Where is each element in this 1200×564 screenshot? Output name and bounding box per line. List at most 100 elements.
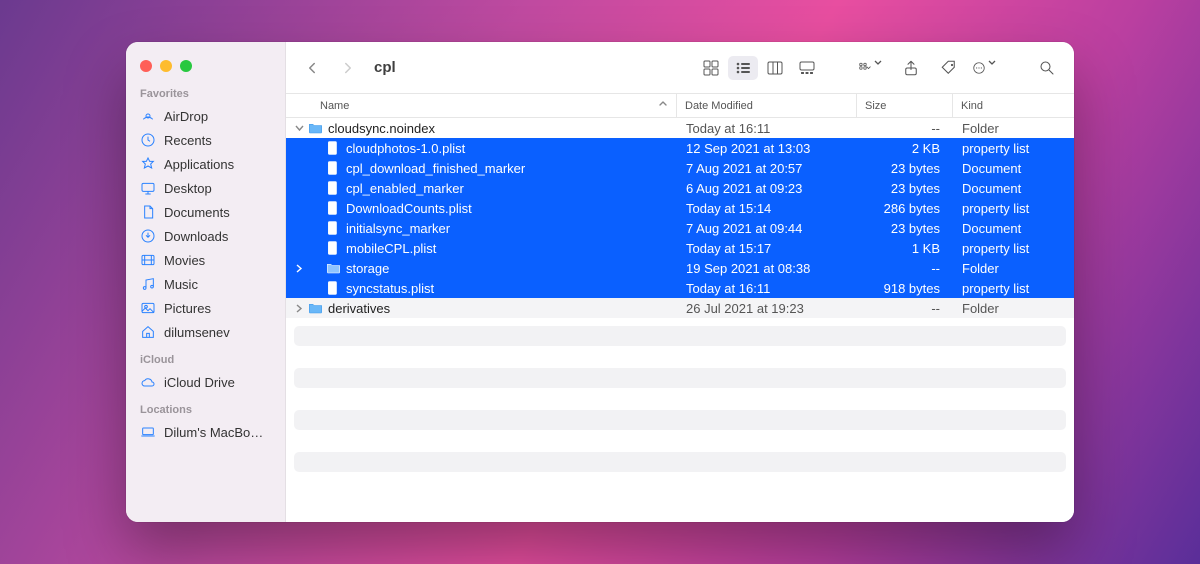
sidebar-item-movies[interactable]: Movies	[126, 248, 285, 272]
sidebar-item-label: Dilum's MacBo…	[164, 425, 263, 440]
file-size: --	[856, 261, 952, 276]
file-kind: Document	[952, 161, 1074, 176]
airdrop-icon	[140, 108, 156, 124]
file-kind: Folder	[952, 261, 1074, 276]
sidebar-item-icloud-drive[interactable]: iCloud Drive	[126, 370, 285, 394]
placeholder-row	[294, 368, 1066, 388]
file-name: cpl_download_finished_marker	[342, 161, 676, 176]
sidebar: FavoritesAirDrop Recents Applications Deskt…	[126, 42, 286, 522]
file-row[interactable]: cpl_download_finished_marker7 Aug 2021 a…	[286, 158, 1074, 178]
document-icon	[140, 204, 156, 220]
sidebar-item-label: Desktop	[164, 181, 212, 196]
sidebar-item-pictures[interactable]: Pictures	[126, 296, 285, 320]
group-by-button[interactable]	[858, 54, 888, 82]
file-row[interactable]: syncstatus.plistToday at 16:11918 bytesp…	[286, 278, 1074, 298]
search-button[interactable]	[1032, 54, 1062, 82]
column-view-button[interactable]	[760, 56, 790, 80]
gallery-view-button[interactable]	[792, 56, 822, 80]
downloads-icon	[140, 228, 156, 244]
sidebar-item-label: dilumsenev	[164, 325, 230, 340]
disclosure-triangle-icon[interactable]	[292, 304, 306, 313]
list-view-button[interactable]	[728, 56, 758, 80]
sidebar-group-title: Locations	[126, 394, 285, 420]
file-kind: property list	[952, 141, 1074, 156]
file-date: 6 Aug 2021 at 09:23	[676, 181, 856, 196]
file-row[interactable]: derivatives26 Jul 2021 at 19:23--Folder	[286, 298, 1074, 318]
file-name: syncstatus.plist	[342, 281, 676, 296]
sidebar-group-title: iCloud	[126, 344, 285, 370]
sidebar-item-desktop[interactable]: Desktop	[126, 176, 285, 200]
file-date: 7 Aug 2021 at 09:44	[676, 221, 856, 236]
sidebar-item-airdrop[interactable]: AirDrop	[126, 104, 285, 128]
disclosure-triangle-icon[interactable]	[292, 264, 306, 273]
sidebar-item-music[interactable]: Music	[126, 272, 285, 296]
column-header-name[interactable]: Name	[316, 99, 676, 112]
main-pane: cpl	[286, 42, 1074, 522]
file-row[interactable]: storage19 Sep 2021 at 08:38--Folder	[286, 258, 1074, 278]
file-kind: Document	[952, 221, 1074, 236]
sidebar-item-recents[interactable]: Recents	[126, 128, 285, 152]
column-header-kind[interactable]: Kind	[952, 94, 1074, 117]
sidebar-item-documents[interactable]: Documents	[126, 200, 285, 224]
sidebar-item-label: Movies	[164, 253, 205, 268]
file-icon	[324, 161, 342, 175]
tags-button[interactable]	[934, 54, 964, 82]
share-button[interactable]	[896, 54, 926, 82]
file-size: 2 KB	[856, 141, 952, 156]
close-window-button[interactable]	[140, 60, 152, 72]
file-row[interactable]: DownloadCounts.plistToday at 15:14286 by…	[286, 198, 1074, 218]
file-row[interactable]: cloudsync.noindexToday at 16:11--Folder	[286, 118, 1074, 138]
folder-icon	[324, 262, 342, 274]
sidebar-item-dilumsenev[interactable]: dilumsenev	[126, 320, 285, 344]
file-kind: Folder	[952, 121, 1074, 136]
desktop-icon	[140, 180, 156, 196]
file-row[interactable]: cpl_enabled_marker6 Aug 2021 at 09:2323 …	[286, 178, 1074, 198]
sidebar-item-label: Recents	[164, 133, 212, 148]
file-row[interactable]: mobileCPL.plistToday at 15:171 KBpropert…	[286, 238, 1074, 258]
file-icon	[324, 241, 342, 255]
file-kind: Folder	[952, 301, 1074, 316]
sidebar-group-title: Favorites	[126, 78, 285, 104]
placeholder-row	[294, 326, 1066, 346]
back-button[interactable]	[298, 54, 326, 82]
file-size: 23 bytes	[856, 181, 952, 196]
disclosure-triangle-icon[interactable]	[292, 124, 306, 133]
file-size: 23 bytes	[856, 161, 952, 176]
sidebar-item-applications[interactable]: Applications	[126, 152, 285, 176]
sort-indicator-icon	[658, 99, 668, 112]
file-date: 19 Sep 2021 at 08:38	[676, 261, 856, 276]
movies-icon	[140, 252, 156, 268]
file-size: 286 bytes	[856, 201, 952, 216]
file-kind: property list	[952, 241, 1074, 256]
file-size: --	[856, 121, 952, 136]
home-icon	[140, 324, 156, 340]
fullscreen-window-button[interactable]	[180, 60, 192, 72]
file-name: cloudphotos-1.0.plist	[342, 141, 676, 156]
icon-view-button[interactable]	[696, 56, 726, 80]
file-row[interactable]: cloudphotos-1.0.plist12 Sep 2021 at 13:0…	[286, 138, 1074, 158]
folder-icon	[306, 302, 324, 314]
sidebar-item-dilum-s-macbo-[interactable]: Dilum's MacBo…	[126, 420, 285, 444]
forward-button[interactable]	[334, 54, 362, 82]
column-header-date[interactable]: Date Modified	[676, 94, 856, 117]
file-kind: property list	[952, 201, 1074, 216]
window-controls	[126, 50, 285, 78]
minimize-window-button[interactable]	[160, 60, 172, 72]
file-name: cloudsync.noindex	[324, 121, 676, 136]
file-size: 23 bytes	[856, 221, 952, 236]
column-header-size[interactable]: Size	[856, 94, 952, 117]
file-size: 1 KB	[856, 241, 952, 256]
sidebar-item-label: Downloads	[164, 229, 228, 244]
action-menu-button[interactable]	[972, 54, 1002, 82]
file-name: derivatives	[324, 301, 676, 316]
sidebar-item-downloads[interactable]: Downloads	[126, 224, 285, 248]
pictures-icon	[140, 300, 156, 316]
file-icon	[324, 221, 342, 235]
file-date: 26 Jul 2021 at 19:23	[676, 301, 856, 316]
file-kind: property list	[952, 281, 1074, 296]
file-list: cloudsync.noindexToday at 16:11--Folderc…	[286, 118, 1074, 318]
folder-icon	[306, 122, 324, 134]
finder-window: FavoritesAirDrop Recents Applications Deskt…	[126, 42, 1074, 522]
file-row[interactable]: initialsync_marker7 Aug 2021 at 09:4423 …	[286, 218, 1074, 238]
window-title: cpl	[374, 59, 396, 76]
